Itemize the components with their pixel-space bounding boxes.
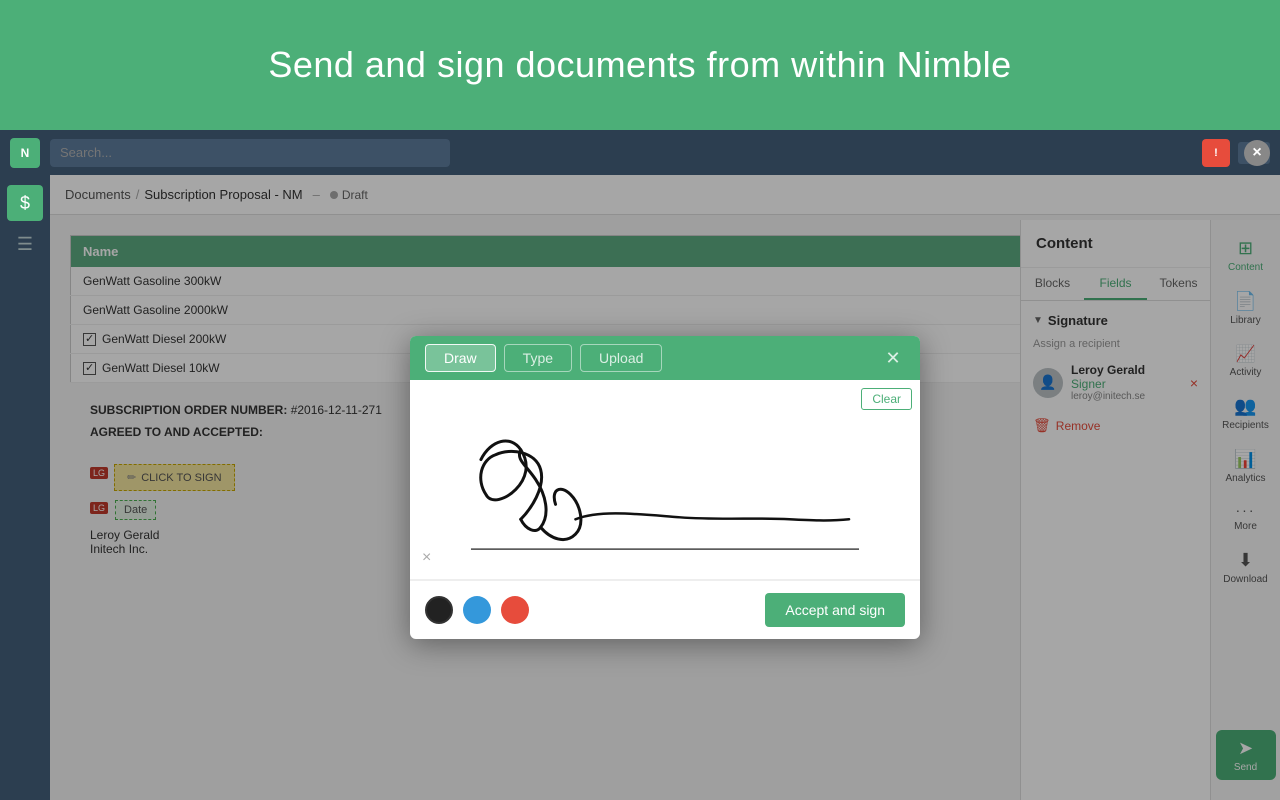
sig-x-mark: × — [422, 549, 431, 567]
signature-drawing — [410, 380, 920, 579]
modal-close-button[interactable]: ✕ — [881, 346, 905, 370]
nav-search-input[interactable] — [50, 139, 450, 167]
color-blue[interactable] — [463, 596, 491, 624]
color-black[interactable] — [425, 596, 453, 624]
color-picker — [425, 596, 529, 624]
modal-tab-upload[interactable]: Upload — [580, 344, 662, 372]
sidebar-icon-menu[interactable]: ☰ — [7, 226, 43, 262]
sig-clear-button[interactable]: Clear — [861, 388, 912, 410]
modal-footer: Accept and sign — [410, 580, 920, 639]
sidebar-icon-dollar[interactable]: $ — [7, 185, 43, 221]
sig-canvas-inner: Clear × — [410, 380, 920, 579]
banner-title: Send and sign documents from within Nimb… — [268, 44, 1011, 86]
close-button[interactable]: × — [1244, 140, 1270, 166]
accept-sign-button[interactable]: Accept and sign — [765, 593, 905, 627]
nav-logo: N — [10, 138, 40, 168]
app-area: × N ! ··· $ ☰ Documents / Subscription P… — [0, 130, 1280, 800]
nav-alert-badge[interactable]: ! — [1202, 139, 1230, 167]
signature-canvas[interactable]: Clear × — [410, 380, 920, 580]
color-red[interactable] — [501, 596, 529, 624]
top-nav: N ! ··· — [0, 130, 1280, 175]
modal-tab-draw[interactable]: Draw — [425, 344, 496, 372]
left-sidebar: $ ☰ — [0, 175, 50, 800]
modal-overlay: Draw Type Upload ✕ Clear — [50, 175, 1280, 800]
banner: Send and sign documents from within Nimb… — [0, 0, 1280, 130]
modal-top-bar: Draw Type Upload ✕ — [410, 336, 920, 380]
modal-tab-type[interactable]: Type — [504, 344, 572, 372]
signature-modal: Draw Type Upload ✕ Clear — [410, 336, 920, 639]
